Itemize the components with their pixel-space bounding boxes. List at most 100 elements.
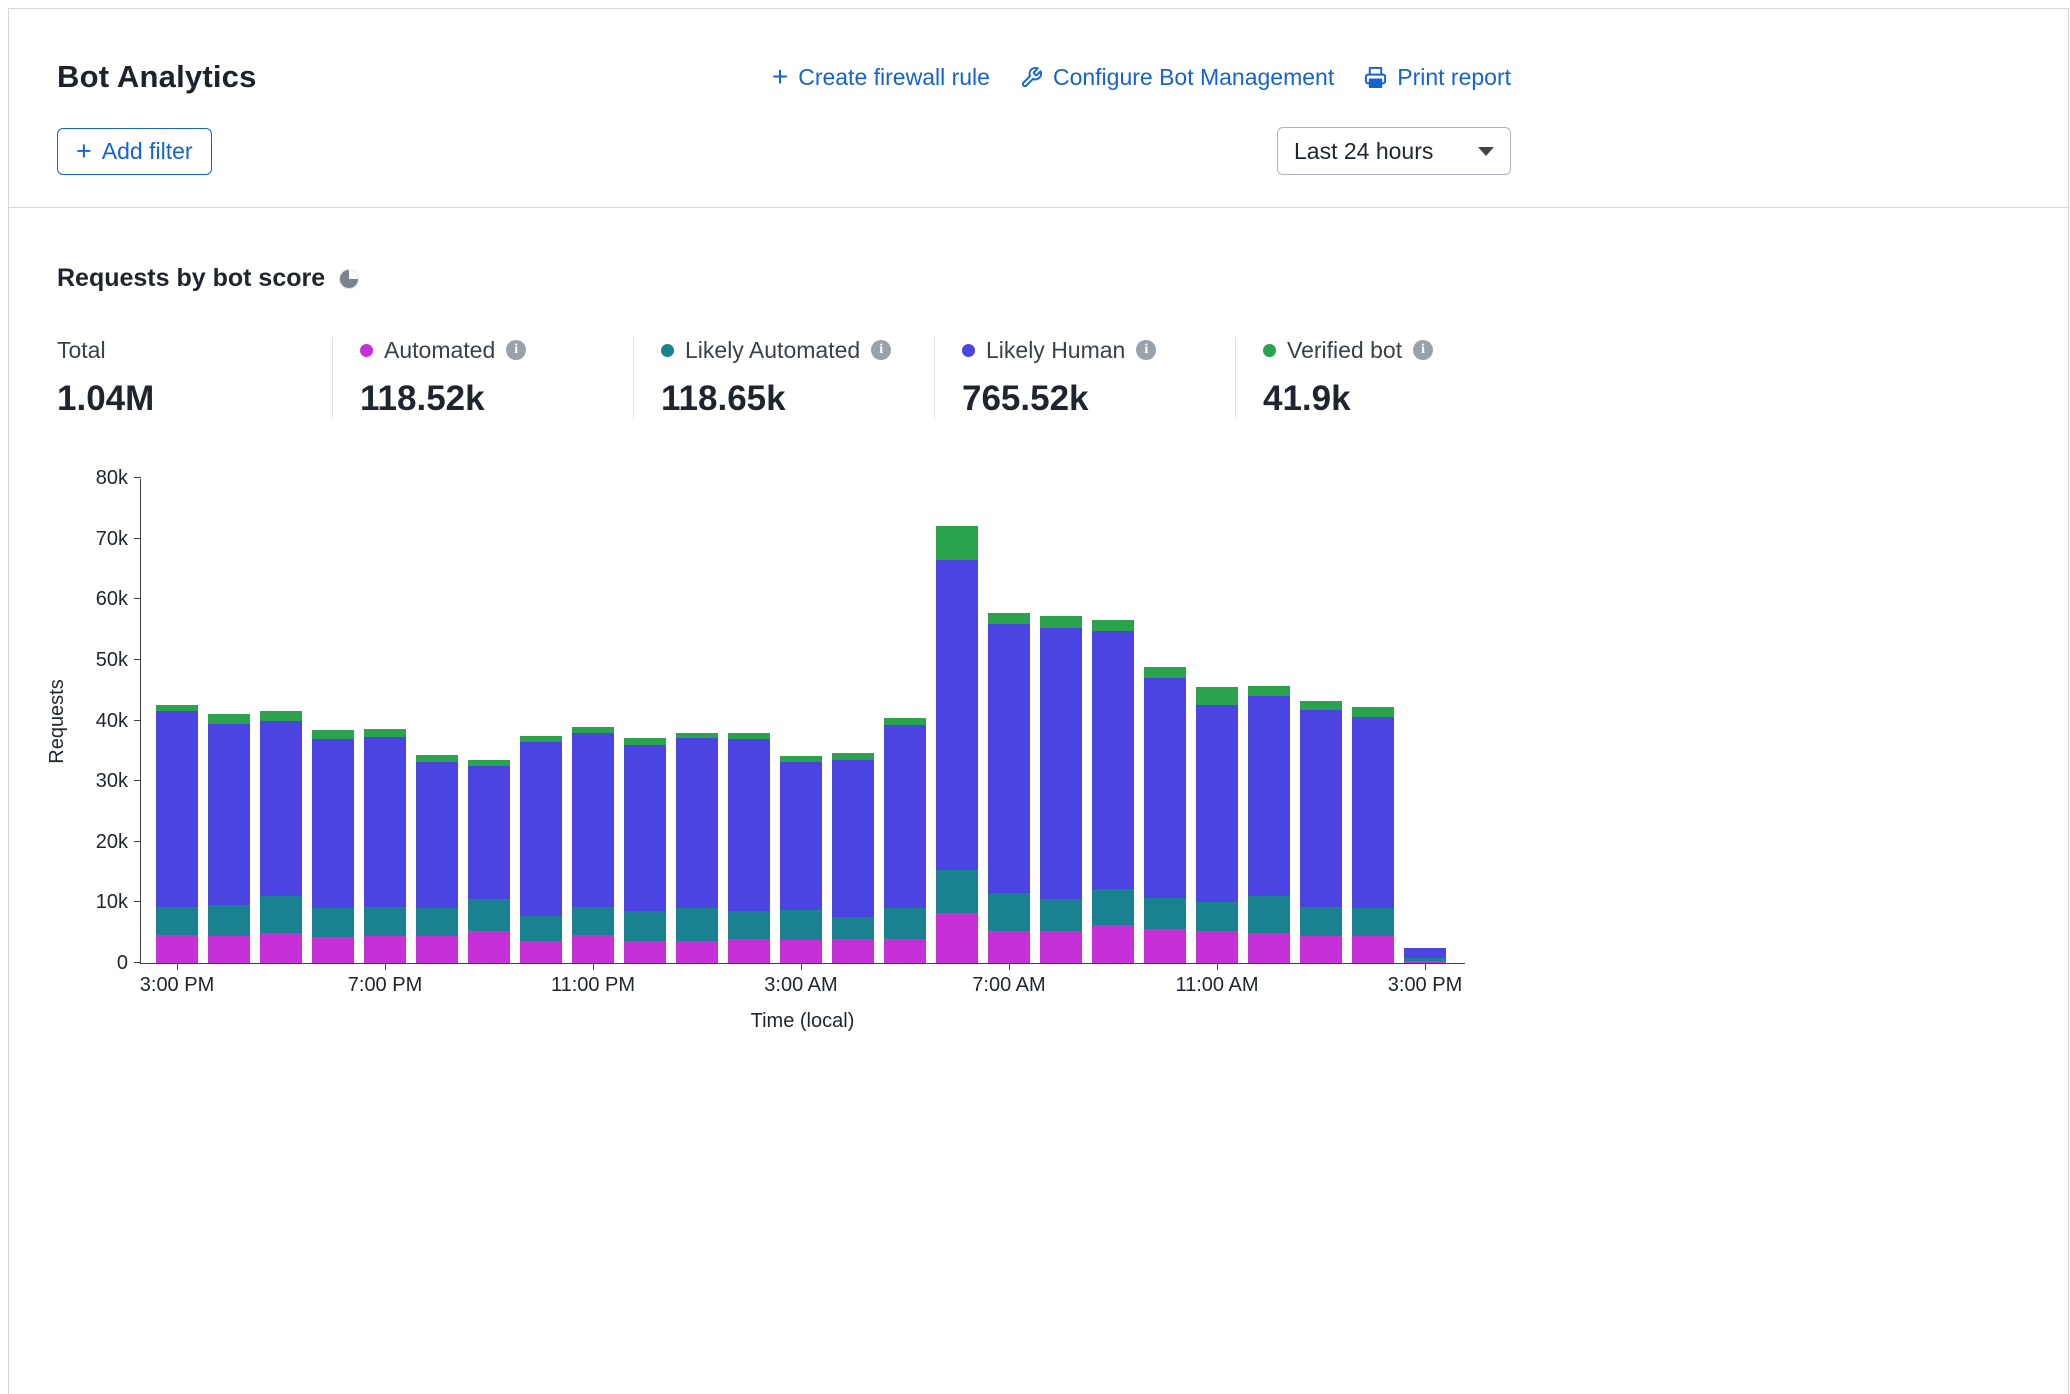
bar-segment-likely-human [364, 737, 406, 907]
chevron-down-icon [1478, 147, 1494, 156]
bar-segment-likely-human [1404, 948, 1446, 958]
bar-segment-likely-human [572, 733, 614, 908]
bar[interactable] [676, 733, 718, 963]
bar-segment-verified-bot [1300, 701, 1342, 711]
bar-segment-likely-automated [1144, 898, 1186, 930]
bar[interactable] [260, 711, 302, 963]
bar[interactable] [468, 760, 510, 963]
x-tick-mark [801, 963, 802, 970]
x-tick-mark [593, 963, 594, 970]
bar-segment-likely-human [884, 725, 926, 908]
bot-analytics-card: Bot Analytics Create firewall rule Confi… [8, 8, 2069, 1394]
bar[interactable] [520, 736, 562, 963]
bar[interactable] [780, 756, 822, 963]
bar-segment-likely-human [1352, 717, 1394, 908]
bar-segment-verified-bot [260, 711, 302, 720]
plot-area: Requests 010k20k30k40k50k60k70k80k 3:00 … [140, 479, 1465, 964]
info-icon[interactable] [506, 340, 526, 360]
pie-chart-icon [339, 269, 359, 289]
section-title: Requests by bot score [57, 264, 325, 293]
page-title: Bot Analytics [57, 59, 257, 95]
bar[interactable] [884, 718, 926, 964]
bar[interactable] [1248, 686, 1290, 963]
x-tick-mark [385, 963, 386, 970]
bar[interactable] [988, 613, 1030, 963]
bar-segment-likely-automated [156, 907, 198, 934]
bar[interactable] [208, 714, 250, 963]
info-icon[interactable] [1413, 340, 1433, 360]
bar[interactable] [1404, 948, 1446, 963]
bar-segment-likely-automated [260, 896, 302, 932]
bar-segment-verified-bot [1040, 616, 1082, 628]
y-tick-mark [134, 538, 141, 539]
bar-segment-verified-bot [936, 526, 978, 560]
bar-segment-automated [1144, 929, 1186, 963]
bar-segment-likely-automated [884, 908, 926, 939]
bar-segment-likely-human [832, 760, 874, 917]
bar[interactable] [364, 729, 406, 963]
bar-segment-likely-human [1144, 678, 1186, 897]
time-range-select[interactable]: Last 24 hours [1277, 127, 1511, 175]
bar[interactable] [572, 727, 614, 963]
configure-bot-management-link[interactable]: Configure Bot Management [1020, 64, 1334, 91]
header-actions: Create firewall rule Configure Bot Manag… [772, 64, 1511, 91]
bar-segment-automated [208, 936, 250, 963]
bar-segment-likely-automated [1092, 889, 1134, 925]
legend-dot-verified-bot [1263, 344, 1276, 357]
x-tick-label: 7:00 PM [348, 974, 422, 997]
bar-segment-automated [988, 931, 1030, 963]
stat-value: 41.9k [1263, 379, 1516, 419]
y-axis-title: Requests [46, 679, 69, 764]
bar[interactable] [1092, 620, 1134, 963]
bar-segment-automated [676, 941, 718, 963]
x-tick-label: 3:00 PM [1388, 974, 1462, 997]
stat-label: Automated [384, 337, 495, 364]
x-tick-label: 11:00 PM [551, 974, 635, 997]
x-axis-title: Time (local) [140, 1010, 1465, 1033]
bar-segment-automated [1300, 936, 1342, 963]
bar[interactable] [624, 738, 666, 964]
bar-segment-verified-bot [988, 613, 1030, 623]
bar-segment-verified-bot [416, 755, 458, 762]
stat-value: 118.65k [661, 379, 914, 419]
bar[interactable] [156, 705, 198, 963]
bar-segment-likely-automated [416, 908, 458, 936]
header: Bot Analytics Create firewall rule Confi… [9, 9, 2068, 208]
info-icon[interactable] [871, 340, 891, 360]
add-filter-label: Add filter [102, 138, 193, 165]
bar[interactable] [1040, 616, 1082, 963]
bar[interactable] [416, 755, 458, 963]
add-filter-button[interactable]: Add filter [57, 128, 212, 175]
x-tick-mark [1009, 963, 1010, 970]
y-tick-label: 60k [96, 587, 128, 611]
bar-segment-likely-human [728, 739, 770, 912]
bar-segment-verified-bot [1196, 687, 1238, 705]
bar-segment-automated [156, 935, 198, 963]
bar[interactable] [312, 730, 354, 963]
bar-segment-automated [1404, 961, 1446, 963]
y-tick-mark [134, 720, 141, 721]
bar[interactable] [1352, 707, 1394, 963]
bar-segment-likely-human [1092, 631, 1134, 889]
legend-dot-automated [360, 344, 373, 357]
bar-segment-verified-bot [1144, 667, 1186, 678]
create-firewall-rule-link[interactable]: Create firewall rule [772, 64, 990, 91]
bar-segment-likely-automated [676, 908, 718, 941]
bar-segment-automated [1248, 933, 1290, 963]
bar[interactable] [832, 753, 874, 963]
bar-segment-likely-human [468, 766, 510, 899]
main-content: Requests by bot score Total 1.04M Automa… [9, 208, 2068, 1033]
requests-chart: Requests 010k20k30k40k50k60k70k80k 3:00 … [57, 479, 2068, 1033]
print-report-link[interactable]: Print report [1364, 64, 1511, 91]
bar[interactable] [1196, 687, 1238, 963]
bar[interactable] [1300, 701, 1342, 963]
bar[interactable] [936, 526, 978, 963]
bar-segment-likely-human [676, 738, 718, 909]
y-tick-mark [134, 841, 141, 842]
bar[interactable] [1144, 667, 1186, 963]
bar-segment-likely-automated [520, 916, 562, 941]
bar[interactable] [728, 733, 770, 963]
bar-segment-likely-human [1040, 628, 1082, 900]
bar-segment-likely-human [156, 711, 198, 907]
info-icon[interactable] [1136, 340, 1156, 360]
